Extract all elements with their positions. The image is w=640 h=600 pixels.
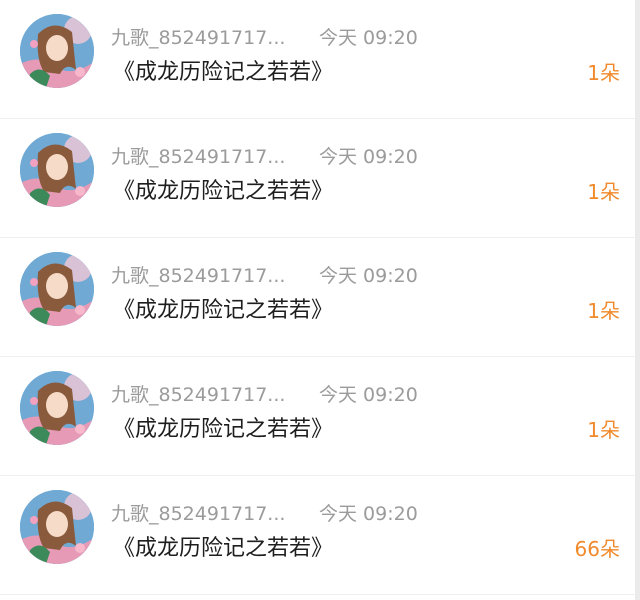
anime-girl-avatar-icon [20,133,94,207]
book-title[interactable]: 《成龙历险记之若若》 [113,175,333,209]
flower-count: 1朵 [587,299,620,323]
username[interactable]: 九歌_852491717... [111,23,297,50]
item-meta: 九歌_852491717... 今天 09:20 [111,22,418,50]
book-title[interactable]: 《成龙历险记之若若》 [113,294,333,328]
item-meta: 九歌_852491717... 今天 09:20 [111,498,418,526]
timestamp: 今天 09:20 [319,264,418,287]
book-title[interactable]: 《成龙历险记之若若》 [113,413,333,447]
flower-count: 1朵 [587,61,620,85]
gift-record-list: 九歌_852491717... 今天 09:20 《成龙历险记之若若》 1朵 九… [0,0,640,600]
anime-girl-avatar-icon [20,252,94,326]
list-item[interactable]: 九歌_852491717... 今天 09:20 《成龙历险记之若若》 1朵 [0,119,640,238]
anime-girl-avatar-icon [20,14,94,88]
scrollbar-track[interactable] [635,0,640,600]
list-item[interactable]: 九歌_852491717... 今天 09:20 《成龙历险记之若若》 1朵 [0,0,640,119]
anime-girl-avatar-icon [20,371,94,445]
item-meta: 九歌_852491717... 今天 09:20 [111,260,418,288]
list-item[interactable]: 九歌_852491717... 今天 09:20 《成龙历险记之若若》 1朵 [0,238,640,357]
item-meta: 九歌_852491717... 今天 09:20 [111,379,418,407]
username[interactable]: 九歌_852491717... [111,142,297,169]
item-meta: 九歌_852491717... 今天 09:20 [111,141,418,169]
avatar[interactable] [20,371,94,445]
username[interactable]: 九歌_852491717... [111,261,297,288]
username[interactable]: 九歌_852491717... [111,499,297,526]
timestamp: 今天 09:20 [319,383,418,406]
book-title[interactable]: 《成龙历险记之若若》 [113,56,333,90]
book-title[interactable]: 《成龙历险记之若若》 [113,532,333,566]
flower-count: 1朵 [587,180,620,204]
list-item[interactable]: 九歌_852491717... 今天 09:20 《成龙历险记之若若》 1朵 [0,357,640,476]
timestamp: 今天 09:20 [319,145,418,168]
timestamp: 今天 09:20 [319,26,418,49]
list-item[interactable]: 九歌_852491717... 今天 09:20 《成龙历险记之若若》 66朵 [0,476,640,595]
flower-count: 66朵 [574,537,620,561]
flower-count: 1朵 [587,418,620,442]
avatar[interactable] [20,490,94,564]
anime-girl-avatar-icon [20,490,94,564]
avatar[interactable] [20,14,94,88]
avatar[interactable] [20,252,94,326]
timestamp: 今天 09:20 [319,502,418,525]
avatar[interactable] [20,133,94,207]
username[interactable]: 九歌_852491717... [111,380,297,407]
